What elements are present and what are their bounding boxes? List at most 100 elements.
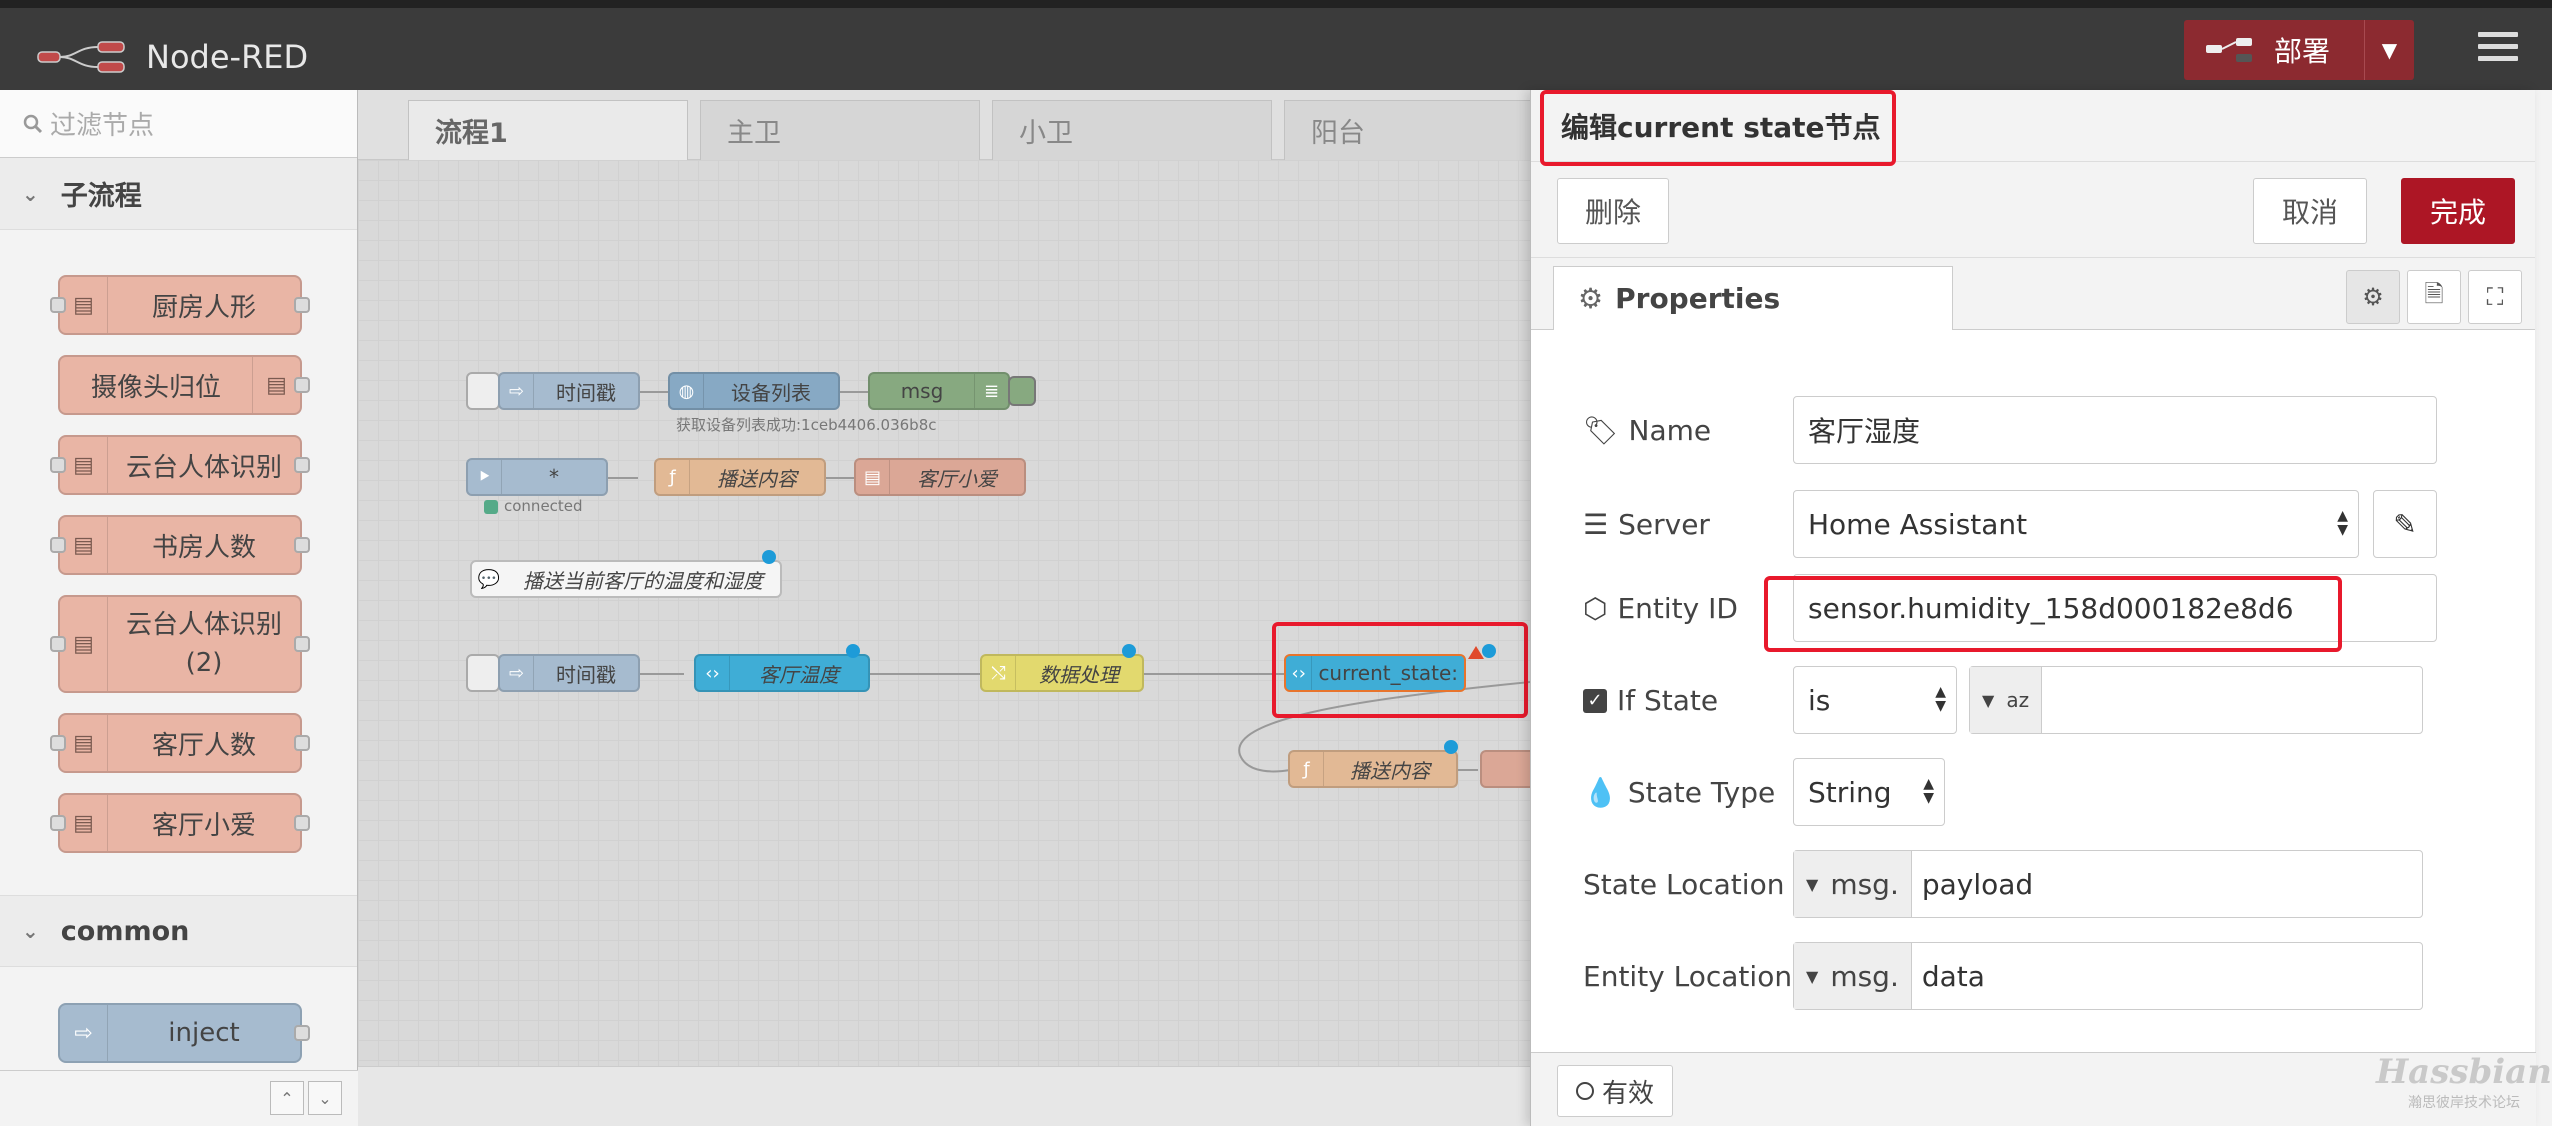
node-enabled-toggle[interactable]: 有效 [1557,1065,1673,1117]
palette-node-kitchen-human[interactable]: ▤ 厨房人形 [58,275,302,335]
checkbox-checked-icon: ✓ [1583,688,1607,713]
debug-toggle-button[interactable] [1008,376,1036,406]
caret-down-icon: ▼ [1982,690,1995,710]
palette-node-study-count[interactable]: ▤ 书房人数 [58,515,302,575]
tab-properties-label: Properties [1615,282,1781,315]
main-menu-hamburger-icon[interactable] [2478,32,2518,68]
flow-node-broadcast-1[interactable]: ƒ 播送内容 [654,458,826,496]
search-icon [23,114,43,133]
tab-flow1[interactable]: 流程1 [408,100,688,160]
flow-canvas[interactable]: ⇨ 时间戳 ◍ 设备列表 获取设备列表成功:1ceb4406.036b8c ms… [358,160,1530,1066]
flow-node-xiaoai-1[interactable]: ▤ 客厅小爱 [854,458,1026,496]
expand-all-chevron-down-icon[interactable]: ⌄ [308,1081,342,1115]
flow-comment[interactable]: 💬 播送当前客厅的温度和湿度 [470,560,782,598]
palette-node-living-xiaoai[interactable]: ▤ 客厅小爱 [58,793,302,853]
palette-node-camera-reset[interactable]: 摄像头归位 ▤ [58,355,302,415]
inject-arrow-icon: ⇨ [500,374,534,408]
list-icon: ≣ [974,374,1008,408]
if-state-label: ✓ If State [1583,684,1718,717]
typed-input-type-selector[interactable]: ▼ az [1970,667,2043,733]
workspace-footer [358,1066,1530,1126]
palette-node-ptz-human-detect[interactable]: ▤ 云台人体识别 [58,435,302,495]
subflow-icon: ▤ [60,597,108,691]
inject-button[interactable] [466,372,500,410]
palette-node-label: 云台人体识别 [125,452,282,483]
deploy-menu-caret-icon[interactable]: ▼ [2364,20,2414,80]
entity-id-label-text: Entity ID [1617,592,1738,625]
palette-search-input[interactable]: 过滤节点 [0,90,357,158]
port [50,537,66,553]
description-document-icon[interactable]: 🗎 [2407,270,2461,324]
tab-balcony[interactable]: 阳台 [1284,100,1564,160]
node-label: 播送当前客厅的温度和湿度 [523,568,763,593]
entity-location-input[interactable]: ▼ msg. data [1793,942,2423,1010]
appearance-frame-icon[interactable]: ⛶ [2468,270,2522,324]
typed-input-type-selector[interactable]: ▼ msg. [1794,851,1912,917]
cancel-button[interactable]: 取消 [2253,178,2367,244]
highlight-box-node [1272,622,1528,718]
app-title: Node-RED [146,38,309,76]
highlight-box-title [1540,90,1896,166]
flow-node-timestamp-2[interactable]: ⇨ 时间戳 [498,654,640,692]
node-label: 数据处理 [1039,662,1119,687]
subflow-icon: ▤ [60,795,108,851]
flow-node-timestamp-1[interactable]: ⇨ 时间戳 [498,372,640,410]
subflow-icon: ▤ [60,517,108,573]
server-select[interactable]: Home Assistant ▲ ▼ [1793,490,2359,558]
flow-node-data-proc[interactable]: ⤭ 数据处理 [980,654,1144,692]
flow-node-living-temp[interactable]: ‹› 客厅温度 [694,654,870,692]
flow-node-debug-msg[interactable]: msg ≣ [868,372,1010,410]
flow-node-broadcast-2[interactable]: ƒ 播送内容 [1288,750,1458,788]
if-state-value-input[interactable]: ▼ az [1969,666,2423,734]
typed-input-type-selector[interactable]: ▼ msg. [1794,943,1912,1009]
state-type-select[interactable]: String ▲ ▼ [1793,758,1945,826]
inject-button[interactable] [466,654,500,692]
inbound-icon: ⯈ [468,460,502,494]
palette-category-common[interactable]: ⌄ common [0,895,357,967]
state-type-value: String [1808,775,1892,809]
palette-node-living-count[interactable]: ▤ 客厅人数 [58,713,302,773]
watermark-subtitle: 瀚思彼岸技术论坛 [2408,1095,2520,1111]
port [50,457,66,473]
name-input[interactable]: 客厅湿度 [1793,396,2437,464]
node-settings-gear-icon[interactable]: ⚙ [2346,270,2400,324]
flow-node-partial[interactable] [1480,750,1530,788]
palette-category-subflow[interactable]: ⌄ 子流程 [0,158,357,230]
flow-node-ws-in[interactable]: ⯈ * [466,458,608,496]
drop-icon: 💧 [1583,776,1618,809]
circle-icon [1575,1082,1594,1100]
caret-down-icon: ▼ [1806,966,1819,986]
caret-down-icon: ▼ [1806,874,1819,894]
port [294,1025,310,1041]
edit-server-pencil-icon[interactable]: ✎ [2373,490,2437,558]
select-arrows-icon: ▲ ▼ [2337,508,2348,538]
palette-node-inject[interactable]: ⇨ inject [58,1003,302,1063]
workspace: 流程1 主卫 小卫 阳台 ⇨ 时间戳 ◍ 设备列表 获取设备列表成功:1ceb4… [358,90,1564,1126]
msg-prefix: msg. [1830,867,1899,901]
cube-icon: ⬡ [1583,592,1608,625]
tab-master-bath[interactable]: 主卫 [700,100,980,160]
tab-properties[interactable]: ⚙ Properties [1553,266,1953,330]
flow-node-device-list[interactable]: ◍ 设备列表 [668,372,840,410]
form-row-if-state: ✓ If State is ▲ ▼ ▼ az [1583,666,2463,736]
wire [838,391,868,393]
wire [870,673,980,675]
node-status-text: 获取设备列表成功:1ceb4406.036b8c [676,416,937,434]
palette-node-ptz-human-detect-2[interactable]: ▤ 云台人体识别 (2) [58,595,302,693]
state-location-input[interactable]: ▼ msg. payload [1793,850,2423,918]
state-location-label: State Location [1583,868,1784,901]
collapse-all-chevron-up-icon[interactable]: ⌃ [270,1081,304,1115]
state-location-value: payload [1921,867,2034,901]
delete-button[interactable]: 删除 [1557,178,1669,244]
node-label: 播送内容 [1350,758,1430,783]
port [294,537,310,553]
if-state-operator-select[interactable]: is ▲ ▼ [1793,666,1957,734]
wire [640,673,684,675]
node-label: * [549,465,559,489]
deploy-icon [2206,38,2252,62]
done-button[interactable]: 完成 [2401,178,2515,244]
port [50,636,66,652]
subflow-icon: ▤ [60,715,108,771]
deploy-button[interactable]: 部署 ▼ [2184,20,2414,80]
tab-small-bath[interactable]: 小卫 [992,100,1272,160]
